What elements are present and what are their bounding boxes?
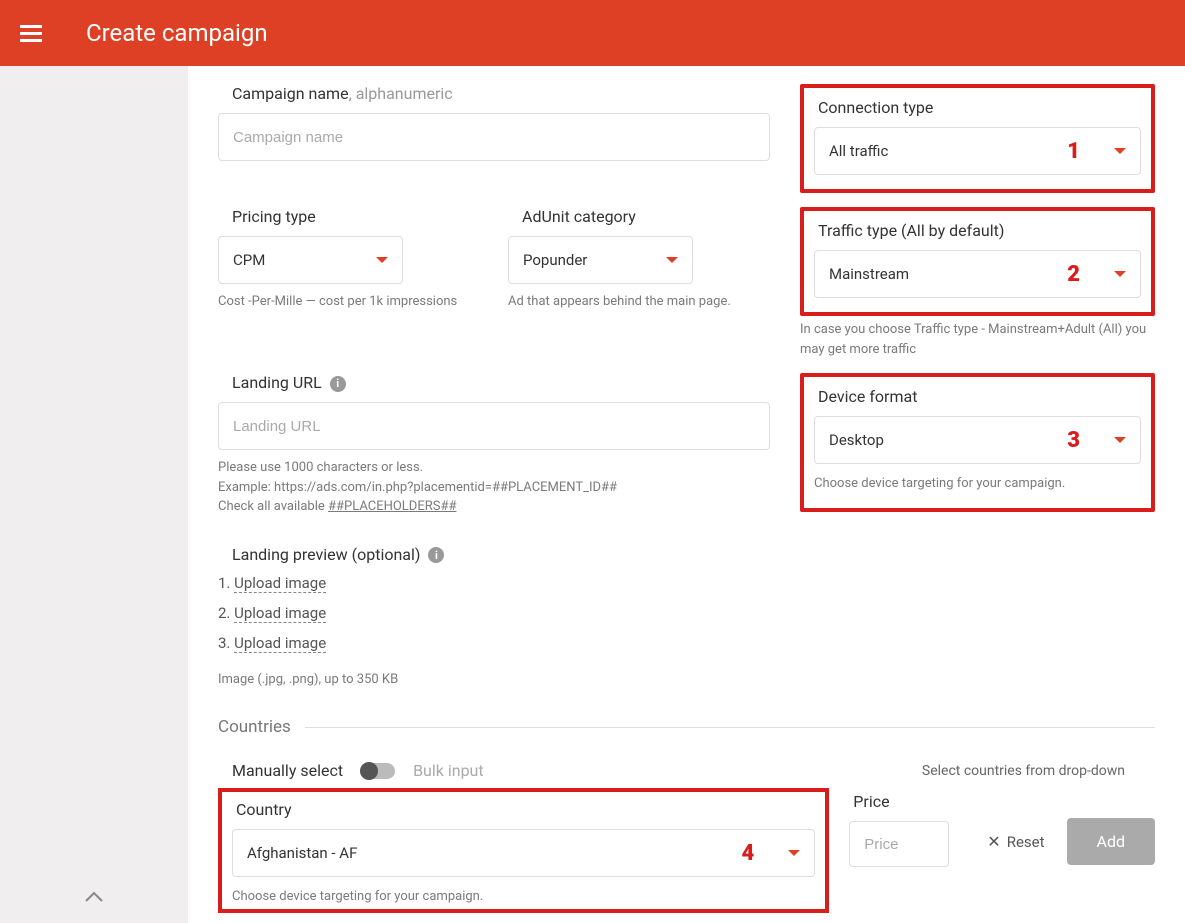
device-format-value: Desktop [829, 431, 884, 449]
device-format-label: Device format [814, 387, 1141, 406]
landing-url-help3-prefix: Check all available [218, 499, 328, 514]
country-value: Afghanistan - AF [247, 844, 357, 862]
menu-icon[interactable] [20, 25, 42, 42]
campaign-name-hint: , alphanumeric [349, 84, 453, 103]
upload-prefix-1: 1. [218, 574, 230, 592]
device-format-select[interactable]: Desktop 3 [814, 416, 1141, 464]
country-label: Country [232, 800, 815, 819]
close-icon: ✕ [987, 832, 1000, 851]
caret-down-icon [376, 257, 388, 263]
mode-row: Manually select Bulk input Select countr… [218, 761, 1155, 780]
traffic-type-help: In case you choose Traffic type - Mainst… [800, 320, 1155, 359]
info-icon[interactable]: i [330, 376, 346, 392]
country-select[interactable]: Afghanistan - AF 4 [232, 829, 815, 877]
device-format-highlight: Device format Desktop 3 Choose device ta… [800, 373, 1155, 512]
caret-down-icon [788, 850, 800, 856]
landing-preview-label: Landing preview (optional) [232, 545, 420, 564]
price-input[interactable] [849, 821, 949, 867]
country-help: Choose device targeting for your campaig… [232, 887, 815, 907]
annotation-4: 4 [742, 841, 755, 866]
caret-down-icon [1114, 148, 1126, 154]
landing-url-help1: Please use 1000 characters or less. [218, 458, 770, 478]
pricing-group: Pricing type CPM Cost -Per-Mille — cost … [218, 207, 480, 312]
connection-type-label: Connection type [814, 98, 1141, 117]
adunit-value: Popunder [523, 251, 587, 269]
country-highlight: Country Afghanistan - AF 4 Choose device… [218, 788, 829, 913]
reset-label: Reset [1007, 833, 1045, 851]
traffic-type-value: Mainstream [829, 265, 909, 283]
upload-prefix-3: 3. [218, 634, 230, 652]
caret-down-icon [1114, 271, 1126, 277]
connection-type-value: All traffic [829, 142, 888, 160]
manual-select-label[interactable]: Manually select [232, 761, 343, 780]
landing-url-input[interactable] [218, 402, 770, 450]
bulk-input-label[interactable]: Bulk input [413, 761, 484, 780]
annotation-2: 2 [1067, 262, 1080, 287]
upload-image-link-2[interactable]: Upload image [234, 604, 326, 623]
add-button[interactable]: Add [1067, 818, 1155, 865]
annotation-1: 1 [1067, 139, 1080, 164]
campaign-name-input[interactable] [218, 113, 770, 161]
traffic-type-highlight: Traffic type (All by default) Mainstream… [800, 207, 1155, 316]
info-icon[interactable]: i [428, 547, 444, 563]
adunit-group: AdUnit category Popunder Ad that appears… [508, 207, 770, 312]
landing-url-label: Landing URL [232, 373, 322, 392]
connection-type-highlight: Connection type All traffic 1 [800, 84, 1155, 193]
caret-down-icon [666, 257, 678, 263]
upload-image-link-1[interactable]: Upload image [234, 574, 326, 593]
annotation-3: 3 [1067, 428, 1080, 453]
adunit-help: Ad that appears behind the main page. [508, 292, 770, 312]
connection-type-select[interactable]: All traffic 1 [814, 127, 1141, 175]
price-label: Price [849, 792, 949, 811]
traffic-type-select[interactable]: Mainstream 2 [814, 250, 1141, 298]
app-header: Create campaign [0, 0, 1185, 66]
mode-toggle[interactable] [361, 763, 395, 779]
placeholders-link[interactable]: ##PLACEHOLDERS## [328, 499, 456, 514]
pricing-value: CPM [233, 251, 265, 269]
caret-down-icon [1114, 437, 1126, 443]
countries-section-title: Countries [218, 717, 1155, 737]
page-title: Create campaign [86, 19, 268, 47]
campaign-name-label: Campaign name [232, 84, 349, 103]
landing-preview-group: Landing preview (optional) i 1. Upload i… [218, 545, 1155, 690]
upload-prefix-2: 2. [218, 604, 230, 622]
landing-url-help2: Example: https://ads.com/in.php?placemen… [218, 478, 770, 498]
upload-hint: Image (.jpg, .png), up to 350 KB [218, 670, 1155, 690]
price-group: Price [849, 788, 949, 867]
adunit-select[interactable]: Popunder [508, 236, 693, 284]
adunit-label: AdUnit category [508, 207, 770, 226]
pricing-select[interactable]: CPM [218, 236, 403, 284]
landing-url-group: Landing URL i Please use 1000 characters… [218, 373, 770, 517]
device-format-help: Choose device targeting for your campaig… [814, 474, 1141, 494]
campaign-name-group: Campaign name, alphanumeric [218, 84, 770, 161]
mode-hint: Select countries from drop-down [922, 763, 1125, 779]
sidebar [0, 66, 188, 923]
pricing-help: Cost -Per-Mille — cost per 1k impression… [218, 292, 480, 312]
reset-button[interactable]: ✕ Reset [969, 820, 1062, 863]
traffic-type-label: Traffic type (All by default) [814, 221, 1141, 240]
countries-label: Countries [218, 717, 291, 737]
pricing-label: Pricing type [218, 207, 480, 226]
chevron-up-icon[interactable] [84, 889, 104, 907]
content-area: Campaign name, alphanumeric Connection t… [188, 66, 1185, 923]
upload-image-link-3[interactable]: Upload image [234, 634, 326, 653]
